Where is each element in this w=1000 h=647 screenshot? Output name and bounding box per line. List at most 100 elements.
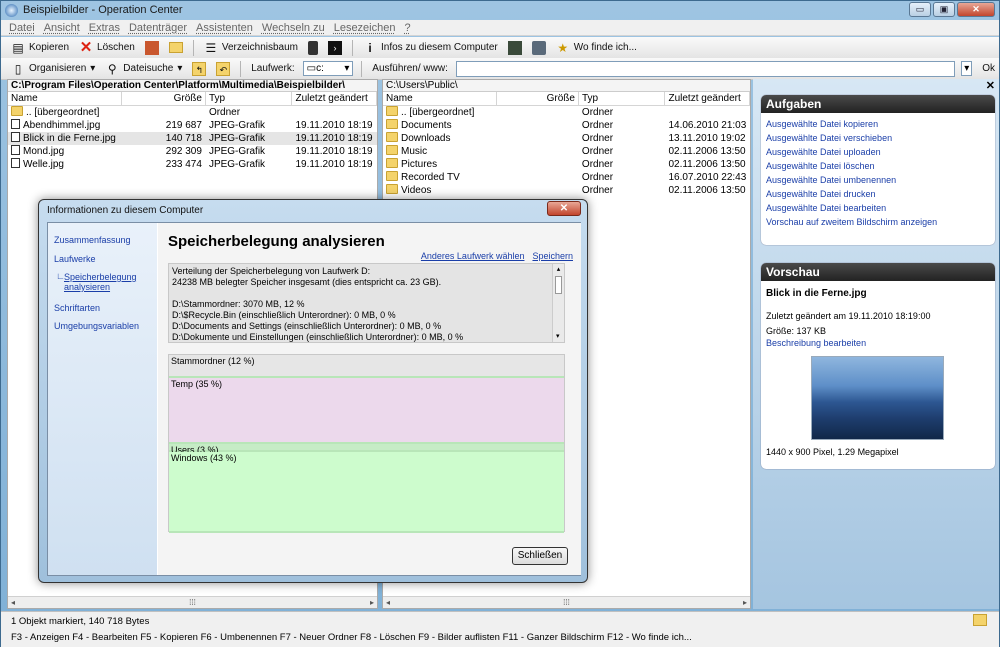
save-link[interactable]: Speichern [532,251,573,261]
nav-env-vars[interactable]: Umgebungsvariablen [54,321,139,331]
drive-icon: ▭ [306,63,317,74]
preview-image [811,356,944,440]
memory-icon [507,40,522,55]
delete-button[interactable]: ✕ Löschen [77,40,137,55]
drive-label: Laufwerk: [251,63,295,74]
col-size[interactable]: Größe [497,92,579,105]
storage-text[interactable]: Verteilung der Speicherbelegung von Lauf… [168,263,565,343]
selection-status: 1 Objekt markiert, 140 718 Bytes [11,616,150,627]
table-row[interactable]: Abendhimmel.jpg 219 687 JPEG-Grafik 19.11.2… [8,119,377,132]
device-icon [308,40,318,55]
file-search-menu[interactable]: ⚲ Dateisuche ▾ [103,62,184,76]
menu-wechseln-zu[interactable]: Wechseln zu [262,22,325,34]
tree-icon: ☰ [205,40,217,55]
table-row[interactable]: Videos Ordner 02.11.2006 13:50 [383,184,750,197]
preview-modified: Zuletzt geändert am 19.11.2010 18:19:00 [766,311,931,321]
dialog-heading: Speicherbelegung analysieren [168,233,385,250]
computer-info-dialog: Informationen zu diesem Computer ✕ Zusam… [38,199,588,583]
up-folder-button[interactable]: ↰ [190,61,208,76]
col-date[interactable]: Zuletzt geändert [665,92,750,105]
table-row[interactable]: Mond.jpg 292 309 JPEG-Grafik 19.11.2010 18:… [8,145,377,158]
menu-assistenten[interactable]: Assistenten [196,22,253,34]
table-row[interactable]: Downloads Ordner 13.11.2010 19:02 [383,132,750,145]
console-icon: › [328,40,342,55]
folder-icon [168,42,183,53]
menu-datei[interactable]: Datei [9,22,35,34]
menu-ansicht[interactable]: Ansicht [44,22,80,34]
task-upload[interactable]: Ausgewählte Datei uploaden [766,147,990,157]
images-button[interactable] [143,40,161,55]
monitor-button[interactable] [530,40,548,55]
storage-segment: Temp (35 %) [169,377,564,444]
task-print[interactable]: Ausgewählte Datei drucken [766,189,990,199]
edit-description-link[interactable]: Beschreibung bearbeiten [766,338,990,348]
nav-summary[interactable]: Zusammenfassung [54,235,131,245]
search-icon: ⚲ [107,61,117,76]
close-panel-icon[interactable]: ✕ [986,79,995,92]
folder-icon[interactable] [973,614,987,626]
folder-button[interactable] [167,42,185,53]
col-name[interactable]: Name [8,92,123,105]
table-row[interactable]: Music Ordner 02.11.2006 13:50 [383,145,750,158]
col-name[interactable]: Name [383,92,498,105]
app-icon [5,3,18,17]
dialog-close-icon[interactable]: ✕ [547,201,581,216]
tasks-title: Aufgaben [761,95,995,113]
table-row[interactable]: Blick in die Ferne.jpg 140 718 JPEG-Grafik… [8,132,377,145]
task-second-screen[interactable]: Vorschau auf zweitem Bildschirm anzeigen [766,217,990,227]
col-date[interactable]: Zuletzt geändert [292,92,377,105]
table-row[interactable]: .. [übergeordnet] Ordner [383,106,750,119]
table-row[interactable]: Welle.jpg 233 474 JPEG-Grafik 19.11.2010 18… [8,158,377,171]
monitor-icon [531,40,546,55]
console-button[interactable]: › [326,40,344,55]
drive-select[interactable]: ▭ c: ▾ [302,61,354,76]
tree-button[interactable]: ☰ Verzeichnisbaum [202,41,300,55]
right-hscrollbar[interactable]: ◂ ⁞⁞⁞ ▸ [383,596,750,608]
find-icon: ★ [557,40,569,55]
back-folder-button[interactable]: ↶ [214,61,232,76]
close-dialog-button[interactable]: Schließen [512,547,568,565]
find-button[interactable]: ★ Wo finde ich... [554,41,639,55]
table-row[interactable]: Documents Ordner 14.06.2010 21:03 [383,119,750,132]
nav-drives[interactable]: Laufwerke [54,254,96,264]
maximize-button[interactable]: ▣ [933,2,955,17]
computer-info-button[interactable]: i Infos zu diesem Computer [361,41,500,55]
task-edit[interactable]: Ausgewählte Datei bearbeiten [766,203,990,213]
folder-up-icon: ↰ [192,61,207,76]
close-window-button[interactable]: ✕ [957,2,995,17]
copy-button[interactable]: ▤ Kopieren [9,41,71,55]
run-dropdown[interactable]: ▾ [961,61,973,76]
menu-bar: Datei Ansicht Extras Datenträger Assiste… [1,20,999,36]
secondary-toolbar: ▯ Organisieren ▾ ⚲ Dateisuche ▾ ↰ ↶ Laufwerk… [1,58,999,80]
left-column-header: Name Größe Typ Zuletzt geändert [8,92,377,106]
title-bar: Beispielbilder - Operation Center ▭ ▣ ✕ [1,1,999,19]
run-input[interactable] [455,60,956,77]
menu-help[interactable]: ? [404,22,410,34]
copy-icon: ▤ [12,40,24,55]
nav-storage-analysis[interactable]: Speicherbelegung analysieren [64,272,144,292]
choose-drive-link[interactable]: Anderes Laufwerk wählen [421,251,525,261]
col-size[interactable]: Größe [122,92,206,105]
organize-menu[interactable]: ▯ Organisieren ▾ [9,62,97,76]
menu-lesezeichen[interactable]: Lesezeichen [334,22,396,34]
task-rename[interactable]: Ausgewählte Datei umbenennen [766,175,990,185]
menu-datentraeger[interactable]: Datenträger [129,22,187,34]
table-row[interactable]: Recorded TV Ordner 16.07.2010 22:43 [383,171,750,184]
left-hscrollbar[interactable]: ◂ ⁞⁞⁞ ▸ [8,596,377,608]
text-scrollbar[interactable]: ▴ ▾ [552,264,564,342]
task-delete[interactable]: Ausgewählte Datei löschen [766,161,990,171]
left-path: C:\Program Files\Operation Center\Platfo… [8,80,377,92]
col-type[interactable]: Typ [579,92,666,105]
task-move[interactable]: Ausgewählte Datei verschieben [766,133,990,143]
ok-button[interactable]: Ok [978,63,999,74]
menu-extras[interactable]: Extras [89,22,120,34]
minimize-button[interactable]: ▭ [909,2,931,17]
col-type[interactable]: Typ [206,92,293,105]
table-row[interactable]: .. [übergeordnet] Ordner [8,106,377,119]
table-row[interactable]: Pictures Ordner 02.11.2006 13:50 [383,158,750,171]
memory-button[interactable] [506,40,524,55]
task-copy[interactable]: Ausgewählte Datei kopieren [766,119,990,129]
storage-segment: Stammordner (12 %) [169,355,564,378]
device-button[interactable] [306,40,320,55]
nav-fonts[interactable]: Schriftarten [54,303,100,313]
